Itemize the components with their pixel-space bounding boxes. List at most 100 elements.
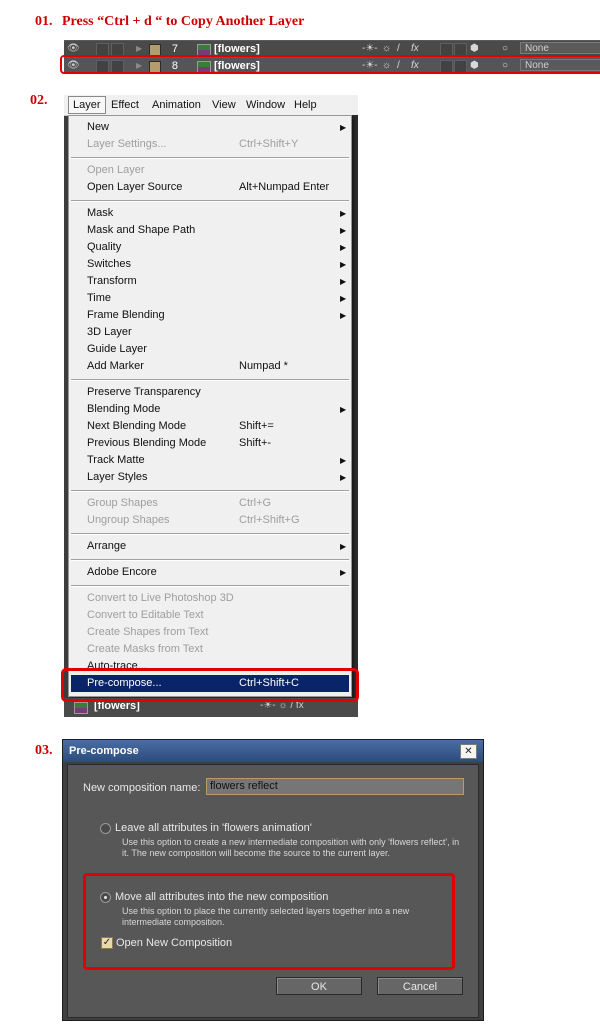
menu-item-label: Next Blending Mode (87, 420, 187, 432)
menu-item-mask[interactable]: Mask ▶ (71, 205, 349, 222)
menu-item-label: Adobe Encore (87, 566, 157, 578)
close-icon[interactable]: ✕ (460, 744, 477, 759)
comp-icon (74, 702, 88, 714)
menu-item-previous-blending-mode[interactable]: Previous Blending Mode Shift+- (71, 435, 349, 452)
menu-item-label: Layer Settings... (87, 138, 167, 150)
menu-item-switches[interactable]: Switches ▶ (71, 256, 349, 273)
menu-item-add-marker[interactable]: Add Marker Numpad * (71, 358, 349, 375)
menu-item-group-shapes: Group Shapes Ctrl+G (71, 495, 349, 512)
menu-item-next-blending-mode[interactable]: Next Blending Mode Shift+= (71, 418, 349, 435)
menu-item-label: New (87, 121, 110, 133)
menu-item-open-layer: Open Layer (71, 162, 349, 179)
menu-item-label: Arrange (87, 540, 127, 552)
submenu-arrow-icon: ▶ (340, 294, 347, 303)
menu-item-shortcut: Ctrl+Shift+G (239, 514, 300, 526)
dialog-title: Pre-compose (69, 745, 139, 757)
menu-item-layer-styles[interactable]: Layer Styles ▶ (71, 469, 349, 486)
menu-item-label: Create Shapes from Text (87, 626, 209, 638)
menu-item-label: Previous Blending Mode (87, 437, 207, 449)
composition-name-input[interactable]: flowers reflect (206, 778, 464, 795)
menu-item-quality[interactable]: Quality ▶ (71, 239, 349, 256)
menu-item-label: Open Layer Source (87, 181, 183, 193)
menu-item-3d-layer[interactable]: 3D Layer (71, 324, 349, 341)
leave-attributes-radio[interactable] (100, 823, 111, 834)
highlight-box-duplicated-layer (60, 55, 600, 74)
menu-item-time[interactable]: Time ▶ (71, 290, 349, 307)
menubar-item-window[interactable]: Window (242, 97, 289, 113)
parent-dropdown[interactable]: None (520, 42, 600, 54)
menu-item-track-matte[interactable]: Track Matte ▶ (71, 452, 349, 469)
menu-item-create-masks-from-text: Create Masks from Text (71, 641, 349, 658)
menu-item-shortcut: Shift+= (239, 420, 274, 432)
menu-item-label: Convert to Editable Text (87, 609, 204, 621)
menu-item-guide-layer[interactable]: Guide Layer (71, 341, 349, 358)
menu-item-arrange[interactable]: Arrange ▶ (71, 538, 349, 555)
menu-item-open-layer-source[interactable]: Open Layer Source Alt+Numpad Enter (71, 179, 349, 196)
menu-item-preserve-transparency[interactable]: Preserve Transparency (71, 384, 349, 401)
menu-separator (71, 200, 349, 202)
menu-item-label: Open Layer (87, 164, 145, 176)
menu-item-shortcut: Alt+Numpad Enter (239, 181, 330, 193)
step-instruction: Press “Ctrl + d “ to Copy Another Layer (62, 14, 305, 29)
dialog-title-bar: Pre-compose ✕ (63, 740, 483, 762)
leave-attributes-label[interactable]: Leave all attributes in 'flowers animati… (115, 822, 312, 834)
menu-item-blending-mode[interactable]: Blending Mode ▶ (71, 401, 349, 418)
ok-button[interactable]: OK (276, 977, 362, 995)
submenu-arrow-icon: ▶ (340, 209, 347, 218)
cancel-button[interactable]: Cancel (377, 977, 463, 995)
menu-item-label: Switches (87, 258, 132, 270)
layer-menu-dropdown: New ▶ Layer Settings... Ctrl+Shift+Y Open La… (68, 115, 352, 697)
submenu-arrow-icon: ▶ (340, 311, 347, 320)
layer-menu-screenshot: Layer Effect Animation View Window Help New ▶ L… (64, 95, 358, 717)
menu-item-label: Mask (87, 207, 114, 219)
menu-item-label: Layer Styles (87, 471, 148, 483)
menu-item-new[interactable]: New ▶ (71, 119, 349, 136)
menu-item-label: Transform (87, 275, 137, 287)
menu-item-frame-blending[interactable]: Frame Blending ▶ (71, 307, 349, 324)
highlight-box-move-attributes (83, 873, 455, 970)
step-02-heading: 02. (30, 93, 48, 109)
menu-item-shortcut: Ctrl+G (239, 497, 272, 509)
submenu-arrow-icon: ▶ (340, 473, 347, 482)
leave-attributes-description: Use this option to create a new intermed… (122, 837, 460, 858)
menu-separator (71, 490, 349, 492)
menu-item-shortcut: Shift+- (239, 437, 272, 449)
step-number: 02. (30, 93, 48, 108)
step-03-heading: 03. (35, 743, 53, 759)
submenu-arrow-icon: ▶ (340, 123, 347, 132)
menu-separator (71, 157, 349, 159)
menubar-item-animation[interactable]: Animation (148, 97, 205, 113)
menu-item-convert-to-editable-text: Convert to Editable Text (71, 607, 349, 624)
composition-name-label: New composition name: (83, 782, 201, 794)
menu-separator (71, 559, 349, 561)
menu-item-label: Time (87, 292, 112, 304)
menubar-item-help[interactable]: Help (290, 97, 321, 113)
submenu-arrow-icon: ▶ (340, 456, 347, 465)
submenu-arrow-icon: ▶ (340, 243, 347, 252)
menu-item-label: Preserve Transparency (87, 386, 201, 398)
menu-item-ungroup-shapes: Ungroup Shapes Ctrl+Shift+G (71, 512, 349, 529)
menubar-item-effect[interactable]: Effect (107, 97, 143, 113)
menu-separator (71, 379, 349, 381)
menu-item-label: 3D Layer (87, 326, 132, 338)
submenu-arrow-icon: ▶ (340, 226, 347, 235)
menubar-item-layer[interactable]: Layer (68, 96, 106, 114)
menu-bar: Layer Effect Animation View Window Help (64, 95, 358, 116)
menubar-item-view[interactable]: View (208, 97, 240, 113)
menu-item-layer-settings: Layer Settings... Ctrl+Shift+Y (71, 136, 349, 153)
menu-item-transform[interactable]: Transform ▶ (71, 273, 349, 290)
menu-item-label: Guide Layer (87, 343, 147, 355)
menu-item-label: Blending Mode (87, 403, 161, 415)
menu-item-mask-and-shape-path[interactable]: Mask and Shape Path ▶ (71, 222, 349, 239)
menu-item-create-shapes-from-text: Create Shapes from Text (71, 624, 349, 641)
menu-item-label: Track Matte (87, 454, 145, 466)
menu-item-shortcut: Numpad * (239, 360, 288, 372)
step-number: 01. (35, 14, 53, 29)
submenu-arrow-icon: ▶ (340, 542, 347, 551)
submenu-arrow-icon: ▶ (340, 405, 347, 414)
submenu-arrow-icon: ▶ (340, 277, 347, 286)
step-01-heading: 01. Press “Ctrl + d “ to Copy Another La… (35, 14, 304, 30)
menu-item-label: Add Marker (87, 360, 144, 372)
menu-item-adobe-encore[interactable]: Adobe Encore ▶ (71, 564, 349, 581)
highlight-box-precompose (61, 668, 359, 702)
